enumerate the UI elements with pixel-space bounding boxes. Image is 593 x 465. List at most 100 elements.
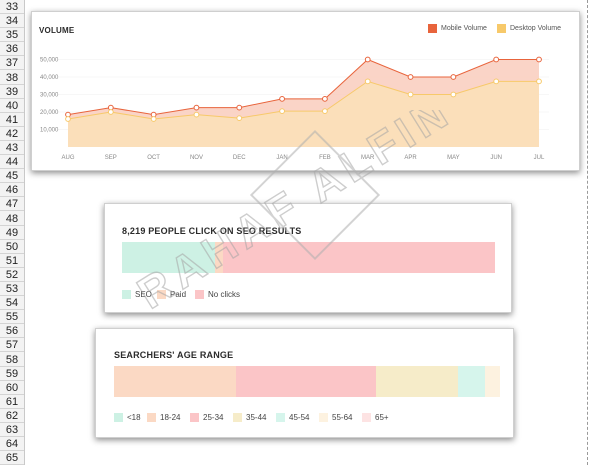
data-point-mobile[interactable] <box>279 95 285 102</box>
bar-segment[interactable] <box>484 366 500 397</box>
legend-label: 18-24 <box>160 413 181 422</box>
data-point-desktop[interactable] <box>450 91 457 98</box>
legend-item: 65+ <box>362 413 389 422</box>
legend-swatch <box>190 413 199 422</box>
row-number[interactable]: 52 <box>0 268 24 282</box>
legend-label: 45-54 <box>289 413 310 422</box>
row-number[interactable]: 38 <box>0 71 24 85</box>
page-break-line <box>587 0 588 465</box>
row-number[interactable]: 55 <box>0 310 24 325</box>
y-tick-label: 30,000 <box>40 93 59 99</box>
row-number[interactable]: 34 <box>0 14 24 29</box>
row-number[interactable]: 65 <box>0 451 24 465</box>
row-number[interactable]: 58 <box>0 353 24 367</box>
data-point-desktop[interactable] <box>193 111 200 118</box>
row-number[interactable]: 62 <box>0 409 24 423</box>
row-number[interactable]: 45 <box>0 169 24 184</box>
legend-label: Paid <box>170 290 187 299</box>
data-point-mobile[interactable] <box>536 56 542 63</box>
age-title: SEARCHERS' AGE RANGE <box>114 350 234 360</box>
data-point-desktop[interactable] <box>65 116 71 122</box>
data-point-desktop[interactable] <box>536 78 542 85</box>
row-number[interactable]: 37 <box>0 56 24 71</box>
legend-item: 18-24 <box>147 413 180 422</box>
row-number[interactable]: 44 <box>0 155 24 170</box>
row-number[interactable]: 49 <box>0 226 24 240</box>
bar-segment[interactable] <box>457 366 485 397</box>
data-point-desktop[interactable] <box>107 109 114 115</box>
legend-swatch <box>114 413 123 422</box>
data-point-mobile[interactable] <box>364 56 371 63</box>
legend-item: 35-44 <box>233 413 266 422</box>
row-number[interactable]: 47 <box>0 197 24 212</box>
x-tick-label: AUG <box>61 155 74 161</box>
volume-chart: 50,000 40,000 30,000 20,000 10,000 AUG SEP OCT N… <box>40 56 549 161</box>
row-number[interactable]: 56 <box>0 324 24 339</box>
bar-segment[interactable] <box>222 242 495 273</box>
legend-swatch <box>147 413 156 422</box>
legend-label: 25-34 <box>203 413 224 422</box>
data-point-desktop[interactable] <box>493 78 500 85</box>
data-point-mobile[interactable] <box>193 104 200 111</box>
seo-title: 8,219 PEOPLE CLICK ON SEO RESULTS <box>122 226 302 236</box>
legend-item: 45-54 <box>276 413 309 422</box>
bar-segment[interactable] <box>215 242 223 273</box>
data-point-mobile[interactable] <box>407 74 414 80</box>
data-point-mobile[interactable] <box>450 74 457 80</box>
legend-item: SEO <box>122 290 152 299</box>
bar-segment[interactable] <box>122 242 216 273</box>
legend-swatch <box>157 290 166 299</box>
data-point-mobile[interactable] <box>322 95 328 102</box>
x-tick-label: JUL <box>534 155 545 161</box>
row-number[interactable]: 59 <box>0 367 24 381</box>
data-point-mobile[interactable] <box>236 104 243 111</box>
row-number[interactable]: 43 <box>0 141 24 156</box>
legend-swatch <box>233 413 242 422</box>
row-header: 33 34 35 36 37 38 39 40 41 42 43 44 45 46 47 48 49 50 51 52… <box>0 0 25 465</box>
row-number[interactable]: 64 <box>0 437 24 452</box>
data-point-desktop[interactable] <box>407 91 414 98</box>
data-point-desktop[interactable] <box>150 116 157 122</box>
seo-card: 8,219 PEOPLE CLICK ON SEO RESULTS SEO Pai… <box>104 203 512 313</box>
row-number[interactable]: 39 <box>0 85 24 99</box>
data-point-desktop[interactable] <box>236 115 243 122</box>
data-point-desktop[interactable] <box>279 108 285 115</box>
bar-segment[interactable] <box>235 366 377 397</box>
row-number[interactable]: 40 <box>0 99 24 113</box>
x-tick-label: JAN <box>276 155 287 161</box>
legend-item: Paid <box>157 290 186 299</box>
bar-segment[interactable] <box>376 366 458 397</box>
row-number[interactable]: 51 <box>0 254 24 268</box>
row-number[interactable]: 54 <box>0 296 24 311</box>
bar-segment[interactable] <box>114 366 236 397</box>
row-number[interactable]: 46 <box>0 183 24 198</box>
x-tick-label: FEB <box>319 155 331 161</box>
data-point-desktop[interactable] <box>364 78 371 85</box>
y-tick-label: 20,000 <box>40 110 59 116</box>
legend-swatch <box>362 413 371 422</box>
age-card: SEARCHERS' AGE RANGE <18 18-24 25-34 35-44 4… <box>95 328 514 438</box>
x-tick-label: MAY <box>447 155 460 161</box>
row-number[interactable]: 57 <box>0 338 24 353</box>
x-tick-label: SEP <box>105 155 117 161</box>
row-number[interactable]: 63 <box>0 423 24 438</box>
row-number[interactable]: 53 <box>0 282 24 297</box>
row-number[interactable]: 41 <box>0 113 24 127</box>
row-number[interactable]: 48 <box>0 212 24 226</box>
data-point-desktop[interactable] <box>322 108 328 115</box>
x-tick-label: NOV <box>190 155 203 161</box>
row-number[interactable]: 35 <box>0 28 24 43</box>
legend-item: 55-64 <box>319 413 352 422</box>
row-number[interactable]: 60 <box>0 381 24 395</box>
x-tick-label: MAR <box>361 155 375 161</box>
x-tick-label: DEC <box>233 155 246 161</box>
y-tick-label: 50,000 <box>40 58 59 64</box>
y-tick-label: 40,000 <box>40 75 59 81</box>
legend-label: SEO <box>135 290 152 299</box>
row-number[interactable]: 42 <box>0 127 24 141</box>
data-point-mobile[interactable] <box>493 56 500 63</box>
row-number[interactable]: 61 <box>0 395 24 409</box>
row-number[interactable]: 36 <box>0 42 24 57</box>
row-number[interactable]: 50 <box>0 240 24 254</box>
row-number[interactable]: 33 <box>0 0 24 15</box>
